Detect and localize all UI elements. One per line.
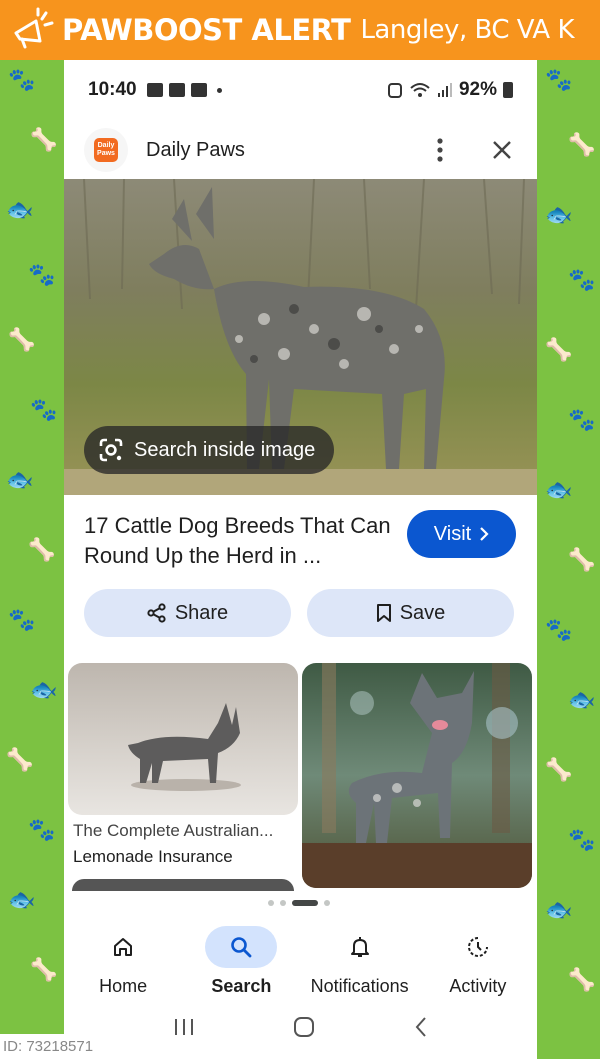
search-icon [231, 937, 252, 958]
banner-brand: PAWBOOST ALERT [62, 13, 351, 47]
studio-dog-photo [68, 663, 298, 815]
wifi-icon [410, 83, 430, 97]
bottom-navigation: Home Search Notifications Activity [64, 920, 537, 1002]
result-title[interactable]: 17 Cattle Dog Breeds That Can Round Up t… [84, 511, 394, 571]
nav-search-label: Search [211, 976, 272, 996]
visit-button[interactable]: Visit [407, 510, 516, 558]
logo-mark: Daily Paws [94, 138, 118, 162]
page-dot [268, 900, 274, 906]
page-indicator [268, 900, 330, 906]
banner-location: Langley, BC VA K [360, 15, 574, 45]
share-button[interactable]: Share [84, 589, 291, 637]
related-1-source: Lemonade Insurance [73, 847, 233, 866]
home-button-icon[interactable] [293, 1016, 315, 1038]
visit-label: Visit [433, 522, 472, 545]
page-dot-active [292, 900, 318, 906]
page-dot [280, 900, 286, 906]
search-inside-image-button[interactable]: Search inside image [84, 426, 334, 474]
nav-search[interactable]: Search [182, 920, 300, 1002]
system-navigation [64, 1002, 537, 1052]
nav-home[interactable]: Home [64, 920, 182, 1002]
share-label: Share [174, 601, 229, 624]
related-image-peek[interactable] [72, 879, 294, 891]
nav-activity[interactable]: Activity [419, 920, 537, 1002]
result-image[interactable]: Search inside image [64, 179, 537, 495]
related-1-title[interactable]: The Complete Australian... [73, 821, 295, 841]
calendar-icon [190, 83, 207, 97]
activity-icon-wrap [442, 926, 514, 968]
home-icon-wrap [87, 926, 159, 968]
calendar-icon [146, 83, 163, 97]
status-bar: 10:40 92% [64, 60, 537, 120]
pawboost-alert-banner: PAWBOOST ALERT Langley, BC VA K [0, 0, 600, 60]
google-lens-icon [99, 438, 123, 462]
back-icon[interactable] [414, 1016, 428, 1038]
megaphone-icon [14, 7, 54, 49]
bell-icon-wrap [324, 926, 396, 968]
nav-activity-label: Activity [449, 976, 507, 996]
daily-paws-logo[interactable]: Daily Paws [84, 128, 128, 172]
nav-notifications[interactable]: Notifications [301, 920, 419, 1002]
home-icon [114, 938, 133, 956]
related-image-2[interactable] [302, 663, 532, 888]
share-icon [147, 603, 166, 623]
signal-icon [437, 83, 452, 97]
chevron-right-icon [480, 527, 489, 541]
page-dot [324, 900, 330, 906]
notification-icons [146, 83, 207, 97]
post-id: ID: 73218571 [0, 1034, 98, 1059]
lens-label: Search inside image [134, 438, 316, 461]
related-image-1[interactable] [68, 663, 298, 815]
bookmark-icon [376, 604, 391, 622]
status-right: 92% [387, 79, 513, 101]
nav-notifications-label: Notifications [310, 976, 409, 996]
nav-home-label: Home [99, 976, 148, 996]
recent-apps-icon[interactable] [173, 1017, 195, 1037]
save-label: Save [399, 601, 446, 624]
more-options-button[interactable] [425, 135, 455, 165]
phone-screenshot: 10:40 92% Daily Paws Daily Paws Search i… [64, 60, 537, 1059]
search-icon-wrap [205, 926, 278, 968]
save-button[interactable]: Save [307, 589, 514, 637]
more-notifications-dot [216, 87, 222, 93]
battery-icon [503, 82, 513, 98]
source-bar: Daily Paws Daily Paws [64, 120, 537, 180]
app-icon [168, 83, 185, 97]
status-time: 10:40 [88, 79, 137, 100]
activity-icon [467, 937, 488, 957]
battery-level: 92% [458, 79, 497, 100]
forest-dog-photo [302, 663, 532, 888]
close-icon [493, 141, 511, 159]
source-name[interactable]: Daily Paws [146, 139, 245, 162]
bell-icon [350, 937, 369, 957]
alarm-icon [387, 83, 402, 98]
more-vert-icon [437, 138, 443, 162]
close-button[interactable] [487, 135, 517, 165]
